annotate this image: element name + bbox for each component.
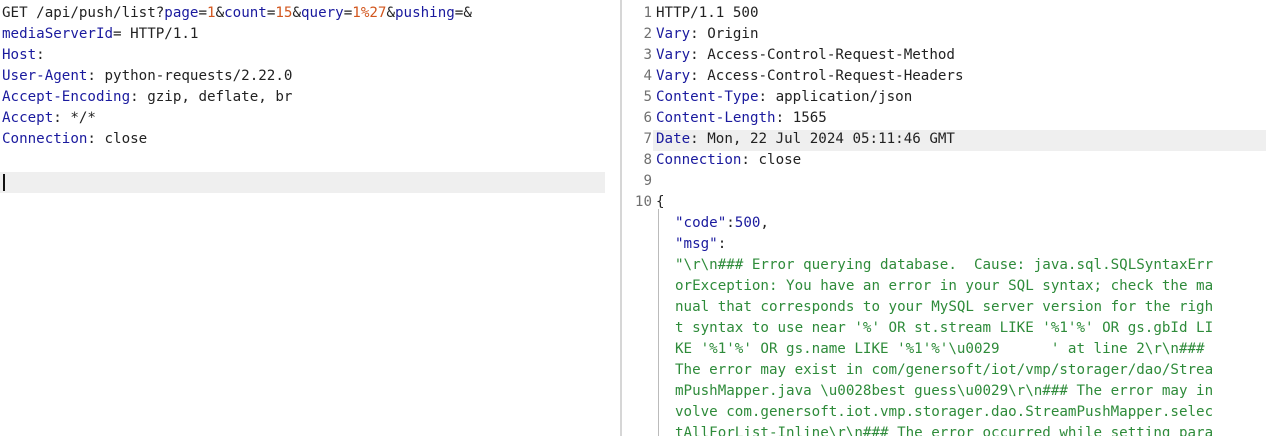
header-accept: Accept: */* xyxy=(2,108,96,129)
param-value: 1%27 xyxy=(352,5,387,21)
line-number: 6 xyxy=(643,110,652,126)
colon: : xyxy=(87,131,105,147)
header-name: Connection xyxy=(2,131,88,147)
json-string-line: t syntax to use near '%' OR st.stream LI… xyxy=(675,320,1214,336)
equals: = xyxy=(343,5,353,21)
json-key: "code" xyxy=(675,215,727,231)
response-header: Date: Mon, 22 Jul 2024 05:11:46 GMT xyxy=(656,131,955,147)
line-number: 1 xyxy=(643,5,652,21)
text-caret xyxy=(3,174,5,191)
json-string-line: KE '%1'%' OR gs.name LIKE '%1'%'\u0029 '… xyxy=(675,341,1205,357)
header-user-agent: User-Agent: python-requests/2.22.0 xyxy=(2,66,292,87)
header-name: Vary xyxy=(656,68,691,84)
equals: = xyxy=(198,5,208,21)
header-value: */* xyxy=(70,110,96,126)
header-name: Accept-Encoding xyxy=(2,89,131,105)
param-key: page xyxy=(164,5,199,21)
line-number: 8 xyxy=(643,152,652,168)
header-value: python-requests/2.22.0 xyxy=(104,68,293,84)
param-sep: & xyxy=(386,5,395,21)
response-header: Vary: Access-Control-Request-Headers xyxy=(656,68,964,84)
header-value: 1565 xyxy=(792,110,827,126)
header-name: Vary xyxy=(656,47,691,63)
response-header: Vary: Access-Control-Request-Method xyxy=(656,47,955,63)
header-name: Vary xyxy=(656,26,691,42)
header-connection: Connection: close xyxy=(2,129,147,150)
param-value: 15 xyxy=(275,5,293,21)
header-value: Access-Control-Request-Method xyxy=(707,47,955,63)
param-key: query xyxy=(301,5,344,21)
line-number: 9 xyxy=(643,173,652,189)
line-number-gutter: 1 2 3 4 5 6 7 8 9 10 xyxy=(622,0,652,436)
header-name: Host xyxy=(2,47,37,63)
method-path: GET /api/push/list? xyxy=(2,5,165,21)
header-name: Date xyxy=(656,131,691,147)
param-sep: & xyxy=(215,5,225,21)
json-string-line: mPushMapper.java \u0028best guess\u0029\… xyxy=(675,383,1214,399)
line-number: 10 xyxy=(634,194,652,210)
json-string-line: tAllForList-Inline\r\n### The error occu… xyxy=(675,425,1214,436)
response-header: Content-Type: application/json xyxy=(656,89,913,105)
colon: : xyxy=(36,47,54,63)
json-msg-key-line: "msg": xyxy=(675,236,727,252)
json-number: 500 xyxy=(734,215,761,231)
line-number: 2 xyxy=(643,26,652,42)
line-number: 3 xyxy=(643,47,652,63)
param-value: 1 xyxy=(207,5,216,21)
header-value: application/json xyxy=(775,89,913,105)
header-value: Origin xyxy=(707,26,759,42)
json-string-line: nual that corresponds to your MySQL serv… xyxy=(675,299,1214,315)
line-number: 4 xyxy=(643,68,652,84)
json-string-line: The error may exist in com/genersoft/iot… xyxy=(675,362,1214,378)
header-accept-encoding: Accept-Encoding: gzip, deflate, br xyxy=(2,87,292,108)
header-value: gzip, deflate, br xyxy=(147,89,293,105)
header-host: Host: xyxy=(2,45,53,66)
request-line-continued: mediaServerId= HTTP/1.1 xyxy=(2,24,198,45)
param-key: count xyxy=(224,5,267,21)
json-code-line: "code":500, xyxy=(675,215,769,231)
json-key: "msg" xyxy=(675,236,718,252)
header-name: Content-Length xyxy=(656,110,776,126)
status-line: HTTP/1.1 500 xyxy=(656,5,759,21)
colon: : xyxy=(53,110,71,126)
current-line-highlight xyxy=(0,172,605,193)
header-name: Content-Type xyxy=(656,89,759,105)
header-name: Connection xyxy=(656,152,742,168)
json-string-line: orException: You have an error in your S… xyxy=(675,278,1214,294)
header-value: Mon, 22 Jul 2024 05:11:46 GMT xyxy=(707,131,955,147)
colon: : xyxy=(130,89,148,105)
header-name: User-Agent xyxy=(2,68,88,84)
http-version: = HTTP/1.1 xyxy=(113,26,199,42)
request-line: GET /api/push/list?page=1&count=15&query… xyxy=(2,3,472,24)
header-value: close xyxy=(104,131,148,147)
response-header: Vary: Origin xyxy=(656,26,759,42)
param-sep: & xyxy=(463,5,472,21)
header-name: Accept xyxy=(2,110,54,126)
request-editor[interactable]: GET /api/push/list?page=1&count=15&query… xyxy=(0,0,620,436)
line-number: 7 xyxy=(643,131,652,147)
json-string-line: "\r\n### Error querying database. Cause:… xyxy=(675,257,1214,273)
param-sep: & xyxy=(292,5,302,21)
param-key: mediaServerId xyxy=(2,26,114,42)
line-number: 5 xyxy=(643,89,652,105)
response-header: Content-Length: 1565 xyxy=(656,110,827,126)
param-key: pushing xyxy=(395,5,455,21)
fold-guide xyxy=(658,209,659,436)
json-string-line: volve com.genersoft.iot.vmp.storager.dao… xyxy=(675,404,1214,420)
colon: : xyxy=(87,68,105,84)
response-viewer[interactable]: 1 2 3 4 5 6 7 8 9 10 HTTP/1.1 500 Vary: … xyxy=(622,0,1266,436)
header-value: close xyxy=(758,152,802,168)
header-value: Access-Control-Request-Headers xyxy=(707,68,964,84)
response-header: Connection: close xyxy=(656,152,802,168)
